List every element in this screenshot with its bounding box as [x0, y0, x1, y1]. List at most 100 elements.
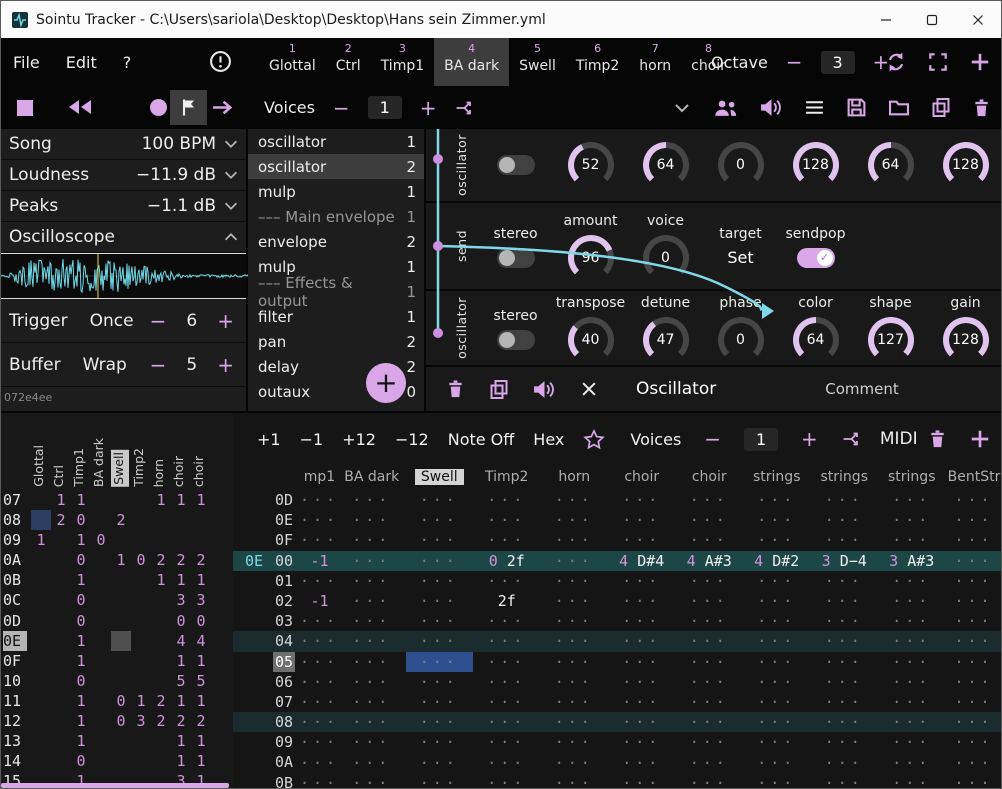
pattern-cell[interactable]	[131, 590, 151, 610]
note-cell[interactable]: ···	[608, 510, 676, 530]
knob[interactable]: 64	[643, 142, 689, 188]
note-cell[interactable]: ···	[541, 631, 609, 651]
note-cell[interactable]: ···	[541, 652, 609, 672]
note-cell[interactable]: -1	[301, 591, 338, 611]
note-cell[interactable]: 4 D#2	[743, 551, 811, 571]
editor-row-number[interactable]: 09	[273, 732, 295, 752]
voices-plus-button[interactable]: +	[416, 96, 441, 120]
pattern-cell[interactable]	[191, 530, 211, 550]
pattern-cell[interactable]	[111, 651, 131, 671]
knob[interactable]: 127	[868, 317, 914, 363]
pattern-cell[interactable]: 1	[151, 490, 171, 510]
buffer-mode[interactable]: Wrap	[83, 355, 127, 375]
note-cell[interactable]: ···	[406, 571, 474, 591]
knob[interactable]: 52	[568, 142, 614, 188]
knob[interactable]: 0	[718, 317, 764, 363]
pattern-cell[interactable]	[171, 510, 191, 530]
pattern-cell[interactable]: 1	[71, 731, 91, 751]
note-cell[interactable]: ···	[946, 672, 1002, 692]
knob[interactable]: 64	[793, 317, 839, 363]
pattern-cell[interactable]	[151, 651, 171, 671]
editor-add-track-icon[interactable]	[969, 428, 991, 450]
editor-track-header[interactable]: choir	[676, 467, 744, 487]
pattern-cell[interactable]: 1	[171, 570, 191, 590]
pattern-cell[interactable]: 0	[111, 691, 131, 711]
pattern-cell[interactable]: 1	[191, 751, 211, 771]
pattern-cell[interactable]: 2	[51, 510, 71, 530]
comment-field[interactable]: Comment	[825, 380, 899, 398]
unit-list-item[interactable]: ––– Main envelope1	[248, 204, 424, 229]
oscilloscope-row[interactable]: Oscilloscope	[1, 222, 246, 253]
note-cell[interactable]: ···	[676, 712, 744, 732]
note-cell[interactable]: 0 2f	[473, 551, 541, 571]
note-cell[interactable]: ···	[608, 672, 676, 692]
editor-track-header[interactable]: BentStr	[946, 467, 1002, 487]
note-cell[interactable]: ···	[473, 773, 541, 789]
pattern-cell[interactable]	[51, 731, 71, 751]
toggle-switch[interactable]: ✓	[797, 248, 835, 268]
note-cell[interactable]: ···	[406, 611, 474, 631]
pattern-cell[interactable]	[51, 570, 71, 590]
delete-unit-icon[interactable]	[446, 379, 465, 399]
note-cell[interactable]: ···	[608, 591, 676, 611]
open-folder-icon[interactable]	[888, 98, 910, 117]
pattern-cell[interactable]	[131, 731, 151, 751]
param-value-text[interactable]: Set	[727, 248, 753, 267]
unit-list-item[interactable]: ––– Effects & output1	[248, 279, 424, 304]
pattern-cell[interactable]	[91, 631, 111, 651]
pattern-cell[interactable]: 1	[191, 490, 211, 510]
pattern-cell[interactable]: 0	[91, 530, 111, 550]
trigger-mode[interactable]: Once	[90, 311, 134, 331]
pattern-cell[interactable]: 5	[191, 671, 211, 691]
note-cell[interactable]: ···	[878, 712, 946, 732]
pattern-cell[interactable]: 1	[51, 490, 71, 510]
note-cell[interactable]: ···	[541, 672, 609, 692]
speaker-icon[interactable]	[760, 98, 783, 117]
pattern-track-header[interactable]: Glottal	[31, 445, 49, 487]
pattern-cell[interactable]	[51, 550, 71, 570]
note-cell[interactable]: ···	[946, 591, 1002, 611]
chevron-down-icon[interactable]	[222, 197, 240, 215]
pattern-track-header[interactable]: horn	[151, 459, 169, 487]
note-cell[interactable]: ···	[676, 571, 744, 591]
editor-voices-plus-button[interactable]: +	[797, 427, 822, 451]
unit-list-item[interactable]: mulp1	[248, 179, 424, 204]
note-cell[interactable]: ···	[473, 510, 541, 530]
menu-edit[interactable]: Edit	[66, 53, 97, 72]
editor-row-number[interactable]: 08	[273, 712, 295, 732]
note-cell[interactable]: ···	[878, 732, 946, 752]
note-cell[interactable]: ···	[338, 530, 406, 550]
note-cell[interactable]: ···	[541, 712, 609, 732]
knob[interactable]: 128	[943, 142, 989, 188]
note-cell[interactable]: 3 D−4	[811, 551, 879, 571]
note-cell[interactable]: ···	[301, 672, 338, 692]
note-cell[interactable]: ···	[743, 611, 811, 631]
song-row[interactable]: Song 100 BPM	[1, 129, 246, 160]
note-cell[interactable]: ···	[406, 631, 474, 651]
editor-track-header[interactable]: Timp2	[473, 467, 541, 487]
note-cell[interactable]: ···	[946, 652, 1002, 672]
note-cell[interactable]: ···	[946, 530, 1002, 550]
note-cell[interactable]: ···	[473, 752, 541, 772]
chevron-down-icon[interactable]	[672, 98, 692, 118]
pattern-cell[interactable]	[31, 611, 51, 631]
pattern-cell[interactable]	[91, 550, 111, 570]
editor-track-header[interactable]: strings	[743, 467, 811, 487]
pattern-cell[interactable]	[151, 731, 171, 751]
editor-track-header[interactable]: strings	[811, 467, 879, 487]
note-cell[interactable]: ···	[473, 712, 541, 732]
note-cell[interactable]: ···	[338, 652, 406, 672]
pattern-cell[interactable]: 3	[191, 590, 211, 610]
editor-row-number[interactable]: 0B	[273, 773, 295, 789]
note-cell[interactable]: ···	[676, 773, 744, 789]
note-cell[interactable]: ···	[946, 571, 1002, 591]
trigger-minus-button[interactable]: −	[146, 309, 171, 333]
clear-unit-icon[interactable]	[580, 380, 598, 398]
note-cell[interactable]: ···	[743, 591, 811, 611]
note-cell[interactable]: ···	[608, 692, 676, 712]
pattern-cell[interactable]: 1	[171, 691, 191, 711]
note-cell[interactable]: ···	[743, 692, 811, 712]
editor-row-number[interactable]: 07	[273, 692, 295, 712]
note-off-button[interactable]: Note Off	[448, 430, 515, 449]
pattern-cell[interactable]	[111, 490, 131, 510]
